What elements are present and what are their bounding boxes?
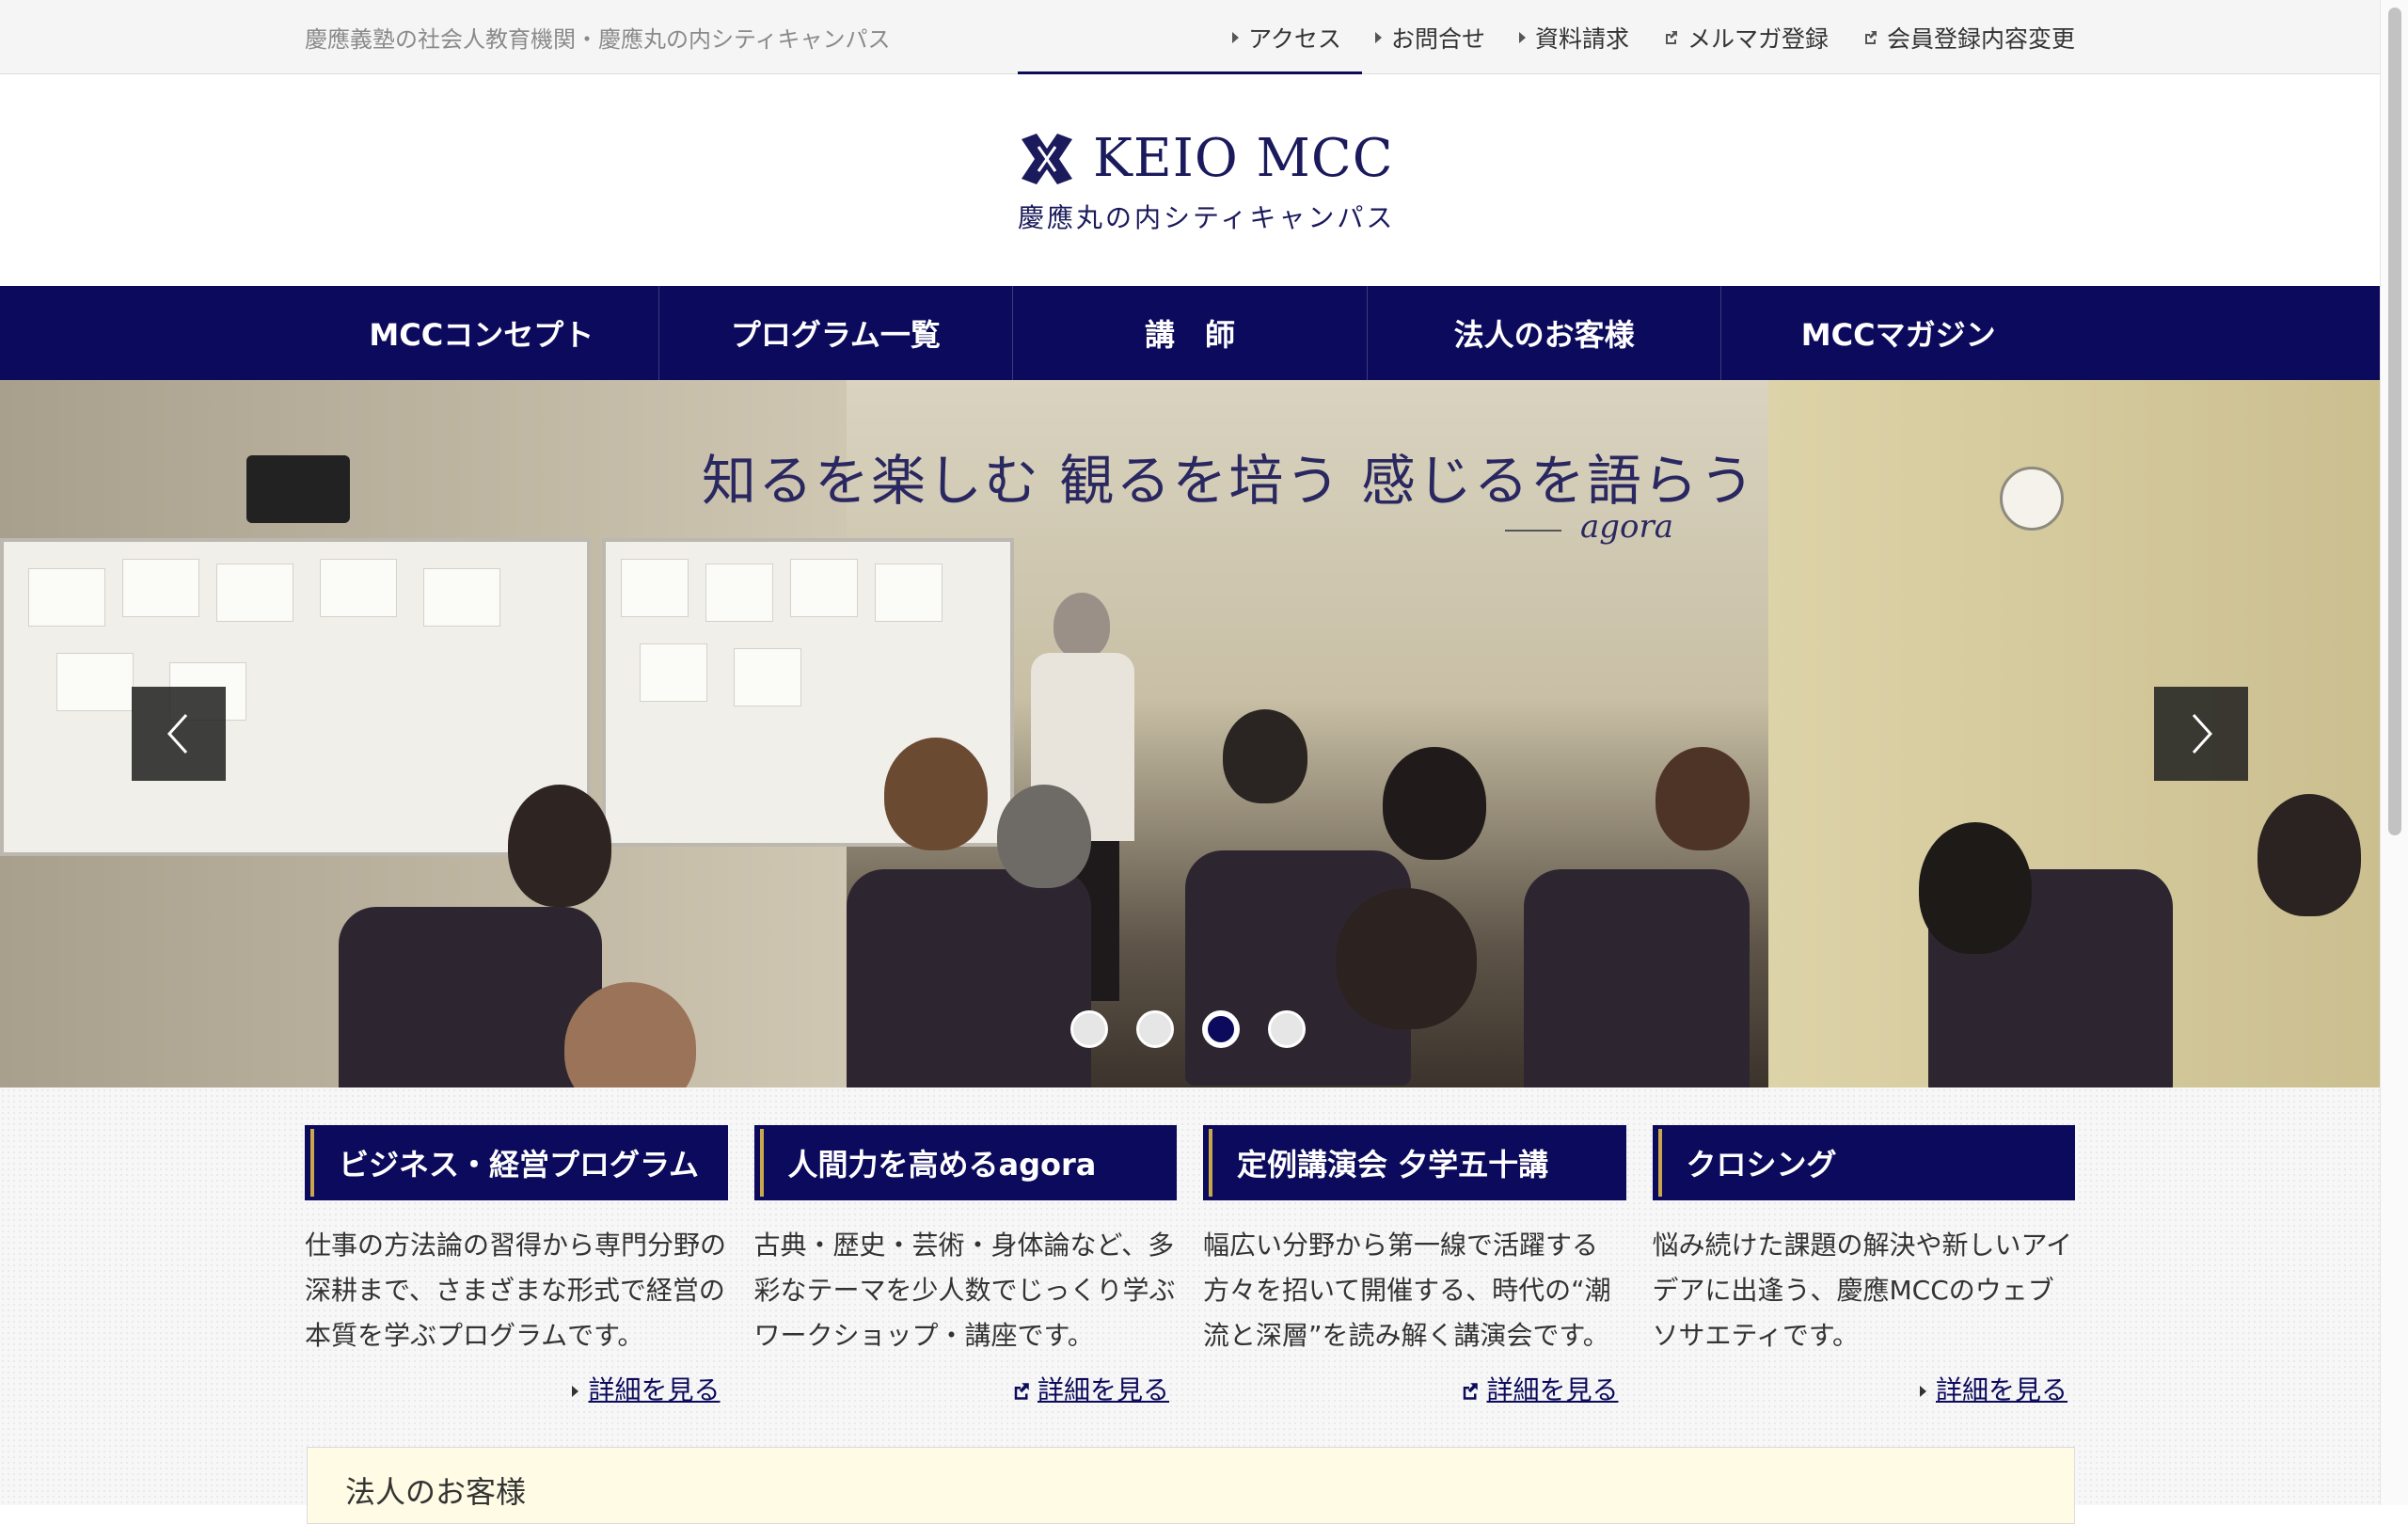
slider-dot-2[interactable] <box>1136 1010 1174 1048</box>
hero-photo-note <box>734 648 801 706</box>
site-logo[interactable]: KEIO MCC 慶應丸の内シティキャンパス <box>1018 128 1393 233</box>
hero-photo-person <box>997 785 1091 888</box>
hero-photo-clock <box>2000 467 2064 531</box>
hero-photo-note <box>423 568 500 627</box>
card-more-link: 詳細を見る <box>1653 1370 2076 1407</box>
contact-link[interactable]: お問合せ <box>1374 21 1485 55</box>
request-materials-link[interactable]: 資料請求 <box>1518 21 1629 55</box>
hero-photo-chair <box>847 869 1091 1087</box>
hero-photo-note <box>640 643 707 702</box>
card-business-program: ビジネス・経営プログラム 仕事の方法論の習得から専門分野の深耕まで、さまざまな形… <box>305 1125 728 1407</box>
card-crossing: クロシング 悩み続けた課題の解決や新しいアイデアに出逢う、慶應MCCのウェブソサ… <box>1652 1125 2076 1407</box>
hero-photo-person <box>1383 747 1486 860</box>
hero-title: 知るを楽しむ 観るを培う 感じるを語らう <box>702 449 1756 513</box>
nav-item-magazine[interactable]: MCCマガジン <box>1721 286 2075 380</box>
card-description: 幅広い分野から第一線で活躍する方々を招いて開催する、時代の“潮流と深層”を読み解… <box>1203 1230 1611 1351</box>
nav-item-programs[interactable]: プログラム一覧 <box>659 286 1014 380</box>
slider-next-button[interactable] <box>2154 687 2248 781</box>
chevron-left-icon <box>166 713 188 754</box>
card-description: 仕事の方法論の習得から専門分野の深耕まで、さまざまな形式で経営の本質を学ぶプログ… <box>305 1230 727 1351</box>
nav-item-lecturers[interactable]: 講 師 <box>1013 286 1368 380</box>
site-tagline: 慶應義塾の社会人教育機関・慶應丸の内シティキャンパス <box>305 26 891 53</box>
external-link-icon <box>1864 31 1877 44</box>
hero-photo-speaker <box>246 455 350 523</box>
hero-photo-note <box>28 568 105 627</box>
utility-links: アクセス お問合せ 資料請求 メルマガ登録 会員登録内容変更 <box>1232 21 2075 55</box>
card-title[interactable]: 人間力を高めるagora <box>753 1125 1177 1200</box>
top-utility-bar: 慶應義塾の社会人教育機関・慶應丸の内シティキャンパス アクセス お問合せ 資料請… <box>0 0 2380 74</box>
global-nav: MCCコンセプト プログラム一覧 講 師 法人のお客様 MCCマガジン <box>0 286 2380 380</box>
newsletter-signup-label: メルマガ登録 <box>1687 25 1829 53</box>
card-description: 悩み続けた課題の解決や新しいアイデアに出逢う、慶應MCCのウェブソサエティです。 <box>1652 1230 2073 1351</box>
hero-photo-person <box>508 785 611 907</box>
details-link[interactable]: 詳細を見る <box>1936 1374 2067 1405</box>
card-title[interactable]: ビジネス・経営プログラム <box>305 1125 728 1200</box>
hero-photo-person <box>1054 593 1110 659</box>
hero-photo-chair <box>1524 869 1750 1087</box>
member-update-label: 会員登録内容変更 <box>1886 25 2075 53</box>
access-link-label: アクセス <box>1248 25 1341 53</box>
newsletter-signup-link[interactable]: メルマガ登録 <box>1663 21 1829 55</box>
hero-subtitle-dash <box>1505 530 1561 532</box>
card-description: 古典・歴史・芸術・身体論など、多彩なテーマを少人数でじっくり学ぶワークショップ・… <box>753 1230 1176 1351</box>
program-cards: ビジネス・経営プログラム 仕事の方法論の習得から専門分野の深耕まで、さまざまな形… <box>305 1125 2075 1407</box>
hero-photo-note <box>790 559 858 617</box>
card-more-link: 詳細を見る <box>305 1370 728 1407</box>
hero-photo-person <box>1919 822 2032 954</box>
hero-photo-person <box>1336 888 1477 1029</box>
keio-pen-logo-icon <box>1022 134 1072 184</box>
access-link[interactable]: アクセス <box>1232 21 1341 55</box>
card-more-link: 詳細を見る <box>754 1370 1178 1407</box>
details-link[interactable]: 詳細を見る <box>1038 1374 1169 1405</box>
request-materials-label: 資料請求 <box>1534 25 1629 53</box>
hero-photo-person <box>884 738 988 850</box>
card-agora: 人間力を高めるagora 古典・歴史・芸術・身体論など、多彩なテーマを少人数でじ… <box>753 1125 1178 1407</box>
hero-photo-person <box>2258 794 2361 916</box>
hero-photo-chair <box>339 907 602 1087</box>
hero-photo-note <box>705 564 773 622</box>
member-update-link[interactable]: 会員登録内容変更 <box>1862 21 2075 55</box>
details-link[interactable]: 詳細を見る <box>588 1374 720 1405</box>
logo-accent-line <box>1018 71 1362 74</box>
card-lecture-series: 定例講演会 夕学五十講 幅広い分野から第一線で活躍する方々を招いて開催する、時代… <box>1203 1125 1626 1407</box>
external-link-icon <box>1464 1383 1479 1400</box>
external-link-icon <box>1014 1383 1029 1400</box>
hero-photo-note <box>122 559 199 617</box>
hero-photo-note <box>56 653 134 711</box>
triangle-right-icon <box>1518 32 1526 43</box>
hero-subtitle: agora <box>1580 508 1674 546</box>
card-more-link: 詳細を見る <box>1203 1370 1626 1407</box>
hero-photo-person <box>1223 709 1307 803</box>
slider-dot-4[interactable] <box>1268 1010 1306 1048</box>
corporate-section-title: 法人のお客様 <box>345 1474 527 1510</box>
details-link[interactable]: 詳細を見る <box>1486 1374 1618 1405</box>
hero-photo-note <box>216 564 293 622</box>
nav-item-concept[interactable]: MCCコンセプト <box>305 286 659 380</box>
nav-item-corporate[interactable]: 法人のお客様 <box>1368 286 1722 380</box>
corporate-section: 法人のお客様 <box>307 1447 2075 1524</box>
content-area: ビジネス・経営プログラム 仕事の方法論の習得から専門分野の深耕まで、さまざまな形… <box>0 1087 2380 1524</box>
triangle-right-icon <box>1374 32 1382 43</box>
contact-link-label: お問合せ <box>1390 25 1485 53</box>
page-scrollbar[interactable] <box>2380 0 2408 1505</box>
card-title[interactable]: 定例講演会 夕学五十講 <box>1203 1125 1626 1200</box>
triangle-right-icon <box>1232 32 1240 43</box>
card-title[interactable]: クロシング <box>1652 1125 2075 1200</box>
logo-text: KEIO MCC <box>1093 128 1394 189</box>
slider-pagination <box>1070 1010 1306 1048</box>
slider-dot-1[interactable] <box>1070 1010 1108 1048</box>
hero-photo-note <box>621 559 689 617</box>
triangle-right-icon <box>572 1386 579 1397</box>
hero-photo-note <box>875 564 943 622</box>
hero-photo-person <box>1656 747 1750 850</box>
hero-slider: 知るを楽しむ 観るを培う 感じるを語らう agora <box>0 380 2380 1087</box>
hero-photo-note <box>320 559 397 617</box>
slider-prev-button[interactable] <box>132 687 226 781</box>
scrollbar-thumb[interactable] <box>2388 8 2401 835</box>
external-link-icon <box>1665 31 1677 44</box>
triangle-right-icon <box>1919 1386 1926 1397</box>
logo-subtitle: 慶應丸の内シティキャンパス <box>1018 202 1396 233</box>
chevron-right-icon <box>2192 713 2213 754</box>
slider-dot-3[interactable] <box>1202 1010 1240 1048</box>
